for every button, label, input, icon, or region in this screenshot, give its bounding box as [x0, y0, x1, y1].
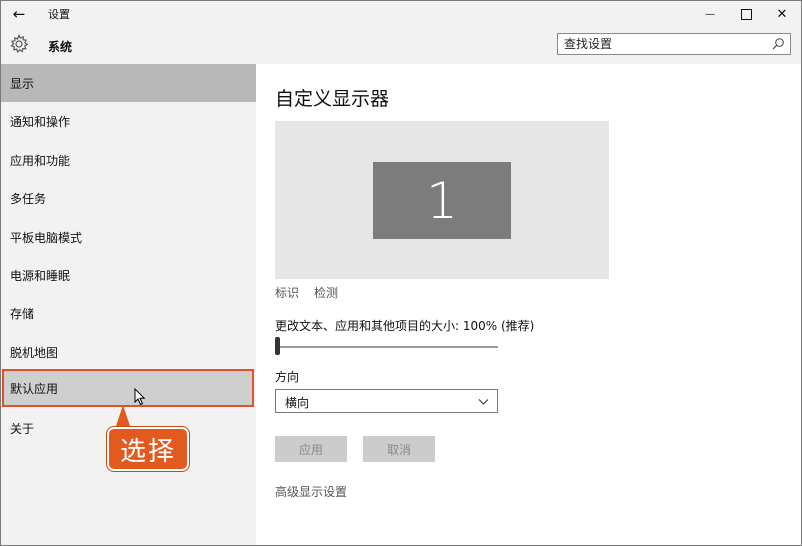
- sidebar-item-multitasking[interactable]: 多任务: [1, 179, 256, 217]
- sidebar-item-label: 应用和功能: [10, 153, 71, 168]
- sidebar-item-power-sleep[interactable]: 电源和睡眠: [1, 256, 256, 294]
- orientation-dropdown[interactable]: 横向: [275, 389, 498, 413]
- page-title: 自定义显示器: [275, 88, 390, 110]
- sidebar-item-apps-features[interactable]: 应用和功能: [1, 141, 256, 179]
- search-input[interactable]: [564, 36, 764, 52]
- identify-link[interactable]: 标识: [275, 284, 299, 301]
- sidebar-item-default-apps[interactable]: 默认应用: [2, 369, 254, 407]
- gear-icon: [10, 34, 29, 53]
- back-button[interactable]: ←: [1, 1, 37, 27]
- monitor-tile[interactable]: 1: [373, 162, 511, 239]
- mouse-cursor-icon: [134, 388, 146, 406]
- scale-slider-thumb[interactable]: [275, 337, 280, 355]
- sidebar-item-label: 通知和操作: [10, 114, 71, 129]
- advanced-display-settings-link[interactable]: 高级显示设置: [275, 483, 347, 500]
- sidebar-item-label: 多任务: [10, 191, 47, 206]
- sidebar-item-label: 平板电脑模式: [10, 230, 83, 245]
- sidebar-item-storage[interactable]: 存储: [1, 294, 256, 332]
- minimize-icon: —: [705, 8, 715, 20]
- display-arrangement-area: 1: [275, 121, 609, 279]
- sidebar-item-label: 脱机地图: [10, 345, 59, 360]
- sidebar: 显示 通知和操作 应用和功能 多任务 平板电脑模式 电源和睡眠 存储 脱机地图 …: [1, 64, 256, 545]
- orientation-label: 方向: [275, 370, 300, 384]
- close-icon: ✕: [776, 6, 788, 22]
- search-box[interactable]: [557, 33, 791, 55]
- maximize-icon: [740, 8, 752, 20]
- sidebar-item-tablet-mode[interactable]: 平板电脑模式: [1, 218, 256, 256]
- scale-slider-track[interactable]: [278, 346, 498, 348]
- sidebar-item-label: 电源和睡眠: [10, 268, 71, 283]
- orientation-value: 横向: [285, 396, 310, 410]
- sidebar-item-display[interactable]: 显示: [1, 64, 256, 102]
- title-bar: ← 设置 — ✕: [1, 1, 801, 27]
- close-button[interactable]: ✕: [764, 1, 800, 27]
- select-callout: 选择: [107, 427, 189, 471]
- callout-pointer: [115, 405, 131, 429]
- minimize-button[interactable]: —: [692, 1, 728, 27]
- chevron-down-icon: [478, 399, 489, 405]
- settings-window: ← 设置 — ✕ 系统 显示: [0, 0, 802, 546]
- search-icon[interactable]: [771, 37, 785, 51]
- sidebar-item-label: 显示: [10, 76, 35, 91]
- apply-button[interactable]: 应用: [275, 436, 347, 462]
- sidebar-item-notifications[interactable]: 通知和操作: [1, 102, 256, 140]
- window-title: 设置: [48, 8, 70, 21]
- sidebar-item-offline-maps[interactable]: 脱机地图: [1, 333, 256, 371]
- sidebar-item-label: 关于: [10, 421, 35, 436]
- sidebar-item-label: 存储: [10, 306, 35, 321]
- main-content: 自定义显示器 1 标识 检测 更改文本、应用和其他项目的大小: 100% (推荐…: [256, 64, 801, 545]
- back-arrow-icon: ←: [12, 5, 26, 23]
- cancel-button[interactable]: 取消: [363, 436, 435, 462]
- page-category-title: 系统: [48, 40, 73, 54]
- sidebar-item-label: 默认应用: [10, 381, 59, 396]
- scale-label: 更改文本、应用和其他项目的大小: 100% (推荐): [275, 319, 535, 333]
- maximize-button[interactable]: [728, 1, 764, 27]
- header: 系统: [1, 27, 801, 63]
- detect-link[interactable]: 检测: [314, 284, 338, 301]
